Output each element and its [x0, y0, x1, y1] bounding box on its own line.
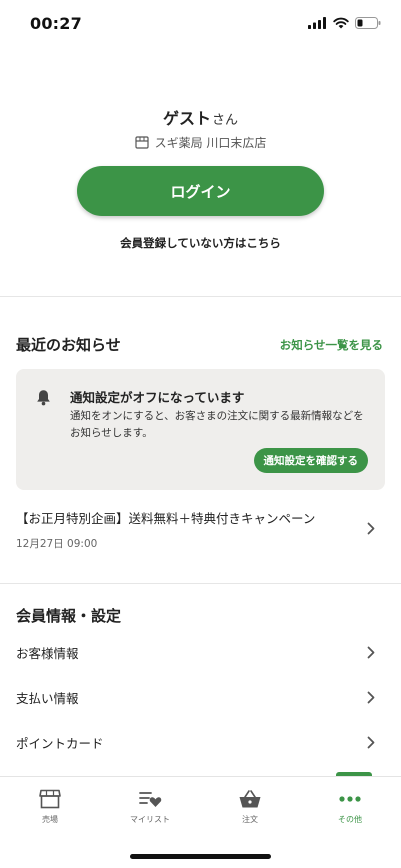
notice-title: 通知設定がオフになっています [70, 390, 245, 405]
home-indicator [130, 854, 271, 859]
store-name: スギ薬局 川口末広店 [154, 136, 267, 150]
store-info: スギ薬局 川口末広店 [0, 134, 401, 151]
divider [0, 296, 401, 297]
news-item-date: 12月27日 09:00 [16, 538, 98, 550]
profile-section: ゲストさん スギ薬局 川口末広店 [0, 105, 401, 151]
tab-label: マイリスト [130, 815, 170, 824]
store-icon [134, 136, 149, 149]
check-notification-settings-button[interactable]: 通知設定を確認する [253, 448, 368, 473]
cellular-signal-icon [308, 17, 326, 29]
tab-store[interactable]: 売場 [15, 789, 85, 825]
menu-customer-info[interactable]: お客様情報 [16, 632, 385, 672]
chevron-right-icon [367, 522, 375, 535]
user-name: ゲスト [162, 109, 211, 128]
battery-icon [355, 17, 381, 29]
mylist-heart-icon [139, 792, 162, 807]
notification-notice-card: 通知設定がオフになっています 通知をオンにすると、お客さまの注文に関する最新情報… [16, 369, 385, 490]
status-time: 00:27 [30, 14, 82, 33]
tab-other[interactable]: その他 [315, 789, 385, 825]
status-icons [308, 17, 381, 29]
store-icon [39, 789, 61, 809]
tab-label: 売場 [42, 815, 58, 824]
menu-item-label: 支払い情報 [16, 690, 79, 706]
menu-payment-info[interactable]: 支払い情報 [16, 677, 385, 717]
tab-label: 注文 [242, 815, 258, 824]
menu-item-label: ポイントカード [16, 735, 104, 751]
status-bar: 00:27 [0, 0, 401, 50]
login-button[interactable]: ログイン [77, 166, 324, 216]
news-item-title: 【お正月特別企画】送料無料＋特典付きキャンペーン [16, 511, 316, 526]
basket-icon [239, 790, 261, 808]
chevron-right-icon [367, 646, 375, 658]
name-suffix: さん [212, 113, 239, 128]
settings-section-title: 会員情報・設定 [16, 607, 122, 625]
menu-point-card[interactable]: ポイントカード [16, 722, 385, 762]
register-link[interactable]: 会員登録していない方はこちら [0, 235, 401, 251]
news-item[interactable]: 【お正月特別企画】送料無料＋特典付きキャンペーン 12月27日 09:00 [16, 508, 385, 552]
notice-text: 通知をオンにすると、お客さまの注文に関する最新情報などをお知らせします。 [70, 410, 364, 439]
tab-label: その他 [338, 815, 362, 824]
wifi-icon [333, 17, 349, 29]
news-header: 最近のお知らせ お知らせ一覧を見る [16, 334, 383, 355]
more-dots-icon [339, 796, 361, 802]
tab-mylist[interactable]: マイリスト [115, 789, 185, 825]
profile-name: ゲストさん [0, 105, 401, 129]
tab-order[interactable]: 注文 [215, 789, 285, 825]
news-view-all-link[interactable]: お知らせ一覧を見る [280, 337, 383, 353]
divider [0, 583, 401, 584]
chevron-right-icon [367, 736, 375, 748]
bell-icon [37, 390, 50, 406]
news-section-title: 最近のお知らせ [16, 336, 121, 354]
menu-item-label: お客様情報 [16, 645, 79, 661]
chevron-right-icon [367, 691, 375, 703]
